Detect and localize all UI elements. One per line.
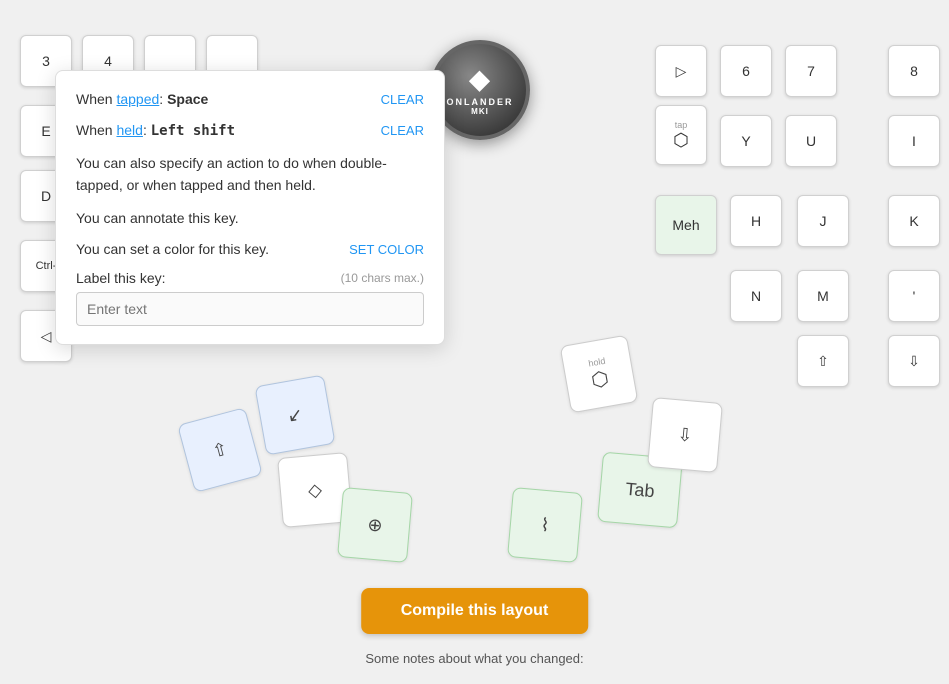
tapped-colon: : [159, 91, 167, 107]
angled-key-circle[interactable]: ⊕ [337, 487, 413, 563]
angled-key-down-arrow[interactable]: ⇩ [647, 397, 723, 473]
action-text2: , or when [119, 177, 180, 193]
held-link[interactable]: held [116, 122, 142, 138]
tapped-link[interactable]: tapped [116, 91, 159, 107]
angled-key-arrow[interactable]: ↙ [254, 374, 335, 455]
annotate-link[interactable]: annotate [130, 210, 185, 226]
key-apostrophe[interactable]: ' [888, 270, 940, 322]
key-y[interactable]: Y [720, 115, 772, 167]
key-u[interactable]: U [785, 115, 837, 167]
set-color-button[interactable]: SET COLOR [349, 240, 424, 260]
color-text: You can set a color for this key. [76, 239, 337, 260]
key-8[interactable]: 8 [888, 45, 940, 97]
action-text1: You can also specify an action to do whe… [76, 155, 340, 171]
annotate-prefix: You can [76, 210, 130, 226]
held-prefix: When [76, 122, 116, 138]
key-h[interactable]: H [730, 195, 782, 247]
key-7[interactable]: 7 [785, 45, 837, 97]
key-6[interactable]: 6 [720, 45, 772, 97]
held-text: When held: Left shift [76, 120, 369, 142]
key-j[interactable]: J [797, 195, 849, 247]
key-config-popup: When tapped: Space CLEAR When held: Left… [55, 70, 445, 345]
held-key-code: Left shift [151, 123, 235, 139]
char-max: (10 chars max.) [341, 271, 424, 285]
key-meh[interactable]: Meh [655, 195, 717, 255]
key-i[interactable]: I [888, 115, 940, 167]
logo-circle: ◆ ONLANDER MKI [430, 40, 530, 140]
action-text3: . [312, 177, 316, 193]
angled-key-hold[interactable]: hold ⬡ [560, 335, 639, 414]
tap-label: tap [675, 120, 688, 130]
label-input[interactable] [76, 292, 424, 326]
annotate-text: You can annotate this key. [76, 207, 424, 229]
angled-key-tilde[interactable]: ⌇ [507, 487, 583, 563]
key-m[interactable]: M [797, 270, 849, 322]
tapped-key-code: Space [167, 91, 208, 107]
layer-icon: ⬡ [673, 130, 689, 151]
key-n[interactable]: N [730, 270, 782, 322]
label-title: Label this key: [76, 270, 166, 286]
tapped-text: When tapped: Space [76, 89, 369, 110]
annotate-suffix: this key. [184, 210, 238, 226]
tapped-prefix: When [76, 91, 116, 107]
compile-button[interactable]: Compile this layout [361, 588, 589, 634]
tapped-clear-button[interactable]: CLEAR [381, 90, 424, 110]
key-layer-tap[interactable]: tap ⬡ [655, 105, 707, 165]
logo-main-text: ONLANDER [447, 97, 514, 107]
key-shift-up[interactable]: ⇧ [797, 335, 849, 387]
tapped-held-link[interactable]: tapped and then held [180, 177, 312, 193]
notes-text: Some notes about what you changed: [365, 651, 583, 666]
color-row: You can set a color for this key. SET CO… [76, 239, 424, 260]
held-colon: : [143, 122, 151, 138]
action-text: You can also specify an action to do whe… [76, 152, 424, 197]
tapped-row: When tapped: Space CLEAR [76, 89, 424, 110]
held-row: When held: Left shift CLEAR [76, 120, 424, 142]
key-arrow-right[interactable]: ▷ [655, 45, 707, 97]
key-shift-down[interactable]: ⇩ [888, 335, 940, 387]
logo-diamond-icon: ◆ [470, 64, 491, 95]
hold-icon: ⬡ [589, 365, 611, 393]
logo-sub-text: MKI [471, 107, 489, 116]
label-row: Label this key: (10 chars max.) [76, 270, 424, 286]
key-k[interactable]: K [888, 195, 940, 247]
held-clear-button[interactable]: CLEAR [381, 121, 424, 141]
